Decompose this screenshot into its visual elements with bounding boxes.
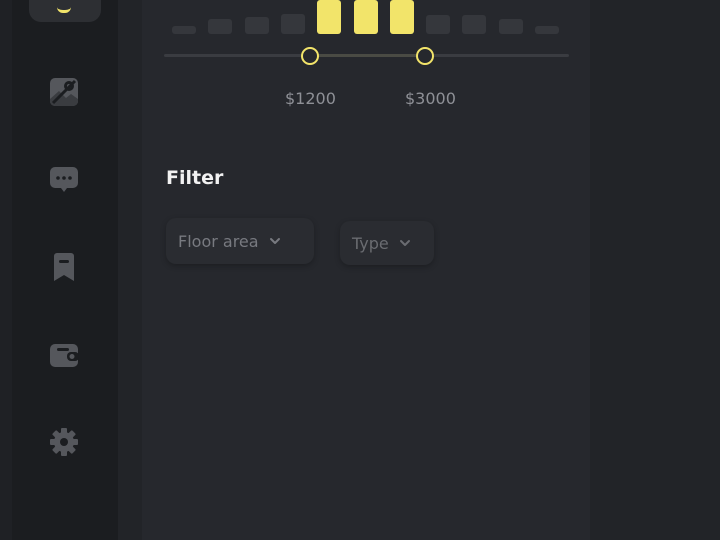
logo-icon — [57, 6, 71, 13]
bookmark-icon — [54, 253, 74, 281]
histogram-bar — [498, 18, 523, 34]
content-gutter — [118, 0, 142, 540]
histogram-bar — [426, 15, 451, 34]
histogram-bar — [208, 18, 233, 34]
window-edge — [0, 0, 12, 540]
histogram-bar — [317, 0, 342, 34]
sidebar-item-messages[interactable] — [49, 164, 79, 194]
wallet-icon — [50, 344, 79, 367]
price-histogram — [142, 0, 590, 60]
right-panel — [590, 0, 720, 540]
floor-area-dropdown[interactable]: Floor area — [166, 218, 314, 264]
sidebar-item-saved[interactable] — [49, 252, 79, 282]
filter-title: Filter — [166, 167, 224, 189]
histogram-bar — [462, 15, 487, 34]
sidebar-item-settings[interactable] — [49, 427, 79, 457]
histogram-bar — [353, 0, 378, 34]
sidebar-item-gallery[interactable] — [49, 77, 79, 107]
chevron-down-icon — [399, 237, 411, 249]
histogram-bar — [244, 17, 269, 34]
histogram-bar — [280, 13, 305, 34]
histogram-bar — [389, 0, 414, 34]
floor-area-label: Floor area — [178, 231, 259, 251]
type-dropdown[interactable]: Type — [340, 221, 434, 265]
histogram-bar — [535, 26, 559, 34]
sidebar — [12, 0, 118, 540]
price-slider-max-handle[interactable] — [416, 47, 434, 65]
chat-bubble-icon — [50, 167, 78, 192]
price-min-label: $1200 — [285, 89, 336, 108]
gear-icon — [50, 428, 78, 456]
price-slider-range — [309, 54, 425, 57]
chevron-down-icon — [269, 235, 281, 247]
image-marker-icon — [50, 78, 78, 106]
app-logo-button[interactable] — [29, 0, 101, 22]
filter-panel: $1200 $3000 Filter Floor area Type — [142, 0, 590, 540]
type-label: Type — [352, 233, 389, 253]
price-slider-min-handle[interactable] — [301, 47, 319, 65]
histogram-bar — [172, 26, 196, 34]
price-max-label: $3000 — [405, 89, 456, 108]
sidebar-item-wallet[interactable] — [49, 340, 79, 370]
